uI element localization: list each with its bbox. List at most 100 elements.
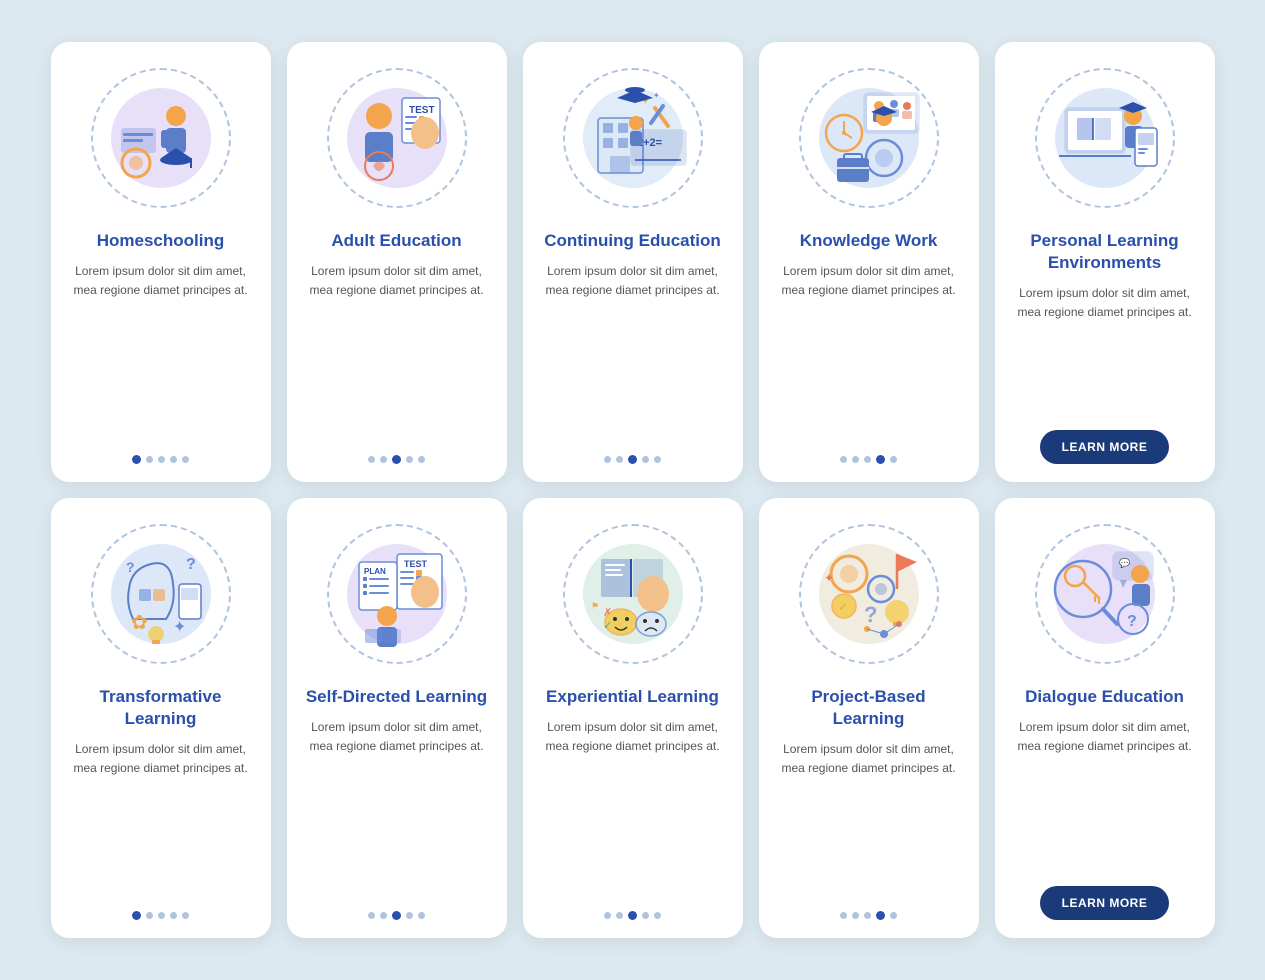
- knowledge-work-body: Lorem ipsum dolor sit dim amet, mea regi…: [777, 262, 961, 441]
- experiential-learning-dot-2[interactable]: [628, 911, 637, 920]
- continuing-education-dot-0[interactable]: [604, 456, 611, 463]
- knowledge-work-dot-1[interactable]: [852, 456, 859, 463]
- adult-education-dot-1[interactable]: [380, 456, 387, 463]
- transformative-learning-dot-4[interactable]: [182, 912, 189, 919]
- continuing-education-dot-4[interactable]: [654, 456, 661, 463]
- svg-text:✦: ✦: [824, 571, 834, 585]
- experiential-learning-title: Experiential Learning: [546, 686, 719, 708]
- experiential-learning-dot-0[interactable]: [604, 912, 611, 919]
- homeschooling-dot-4[interactable]: [182, 456, 189, 463]
- svg-text:TEST: TEST: [409, 105, 435, 116]
- knowledge-work-dot-2[interactable]: [864, 456, 871, 463]
- dialogue-education-icon-area: 💬 ?: [1025, 514, 1185, 674]
- project-based-learning-dot-4[interactable]: [890, 912, 897, 919]
- personal-learning-body: Lorem ipsum dolor sit dim amet, mea regi…: [1013, 284, 1197, 416]
- project-based-learning-dot-0[interactable]: [840, 912, 847, 919]
- dialogue-education-icon: 💬 ?: [1045, 534, 1165, 654]
- homeschooling-dot-0[interactable]: [132, 455, 141, 464]
- self-directed-learning-dots: [368, 911, 425, 920]
- adult-education-dot-2[interactable]: [392, 455, 401, 464]
- self-directed-learning-dot-4[interactable]: [418, 912, 425, 919]
- self-directed-learning-icon: TEST PLAN: [337, 534, 457, 654]
- svg-text:✓: ✓: [603, 620, 612, 632]
- homeschooling-dots: [132, 455, 189, 464]
- adult-education-title: Adult Education: [331, 230, 461, 252]
- adult-education-dot-3[interactable]: [406, 456, 413, 463]
- card-personal-learning: Personal Learning Environments Lorem ipsu…: [995, 42, 1215, 482]
- dialogue-education-body: Lorem ipsum dolor sit dim amet, mea regi…: [1013, 718, 1197, 872]
- project-based-learning-icon-area: ✓ ? ✦: [789, 514, 949, 674]
- svg-text:💬: 💬: [1119, 557, 1130, 568]
- adult-education-dot-4[interactable]: [418, 456, 425, 463]
- transformative-learning-dot-1[interactable]: [146, 912, 153, 919]
- card-continuing-education: 2+2= ✦ ✦ Continuing EducationLorem ipsum…: [523, 42, 743, 482]
- continuing-education-dot-3[interactable]: [642, 456, 649, 463]
- experiential-learning-dot-4[interactable]: [654, 912, 661, 919]
- personal-learning-icon: [1045, 78, 1165, 198]
- homeschooling-dot-2[interactable]: [158, 456, 165, 463]
- self-directed-learning-dot-2[interactable]: [392, 911, 401, 920]
- transformative-learning-dot-3[interactable]: [170, 912, 177, 919]
- homeschooling-dot-1[interactable]: [146, 456, 153, 463]
- knowledge-work-dot-3[interactable]: [876, 455, 885, 464]
- personal-learning-learn-more-button[interactable]: LEARN MORE: [1040, 430, 1170, 464]
- continuing-education-dot-1[interactable]: [616, 456, 623, 463]
- experiential-learning-body: Lorem ipsum dolor sit dim amet, mea regi…: [541, 718, 725, 897]
- project-based-learning-body: Lorem ipsum dolor sit dim amet, mea regi…: [777, 740, 961, 897]
- homeschooling-body: Lorem ipsum dolor sit dim amet, mea regi…: [69, 262, 253, 441]
- card-grid: HomeschoolingLorem ipsum dolor sit dim a…: [51, 42, 1215, 938]
- experiential-learning-dot-3[interactable]: [642, 912, 649, 919]
- project-based-learning-title: Project-Based Learning: [777, 686, 961, 730]
- knowledge-work-dots: [840, 455, 897, 464]
- knowledge-work-icon: [809, 78, 929, 198]
- card-knowledge-work: Knowledge Work Lorem ipsum dolor sit dim …: [759, 42, 979, 482]
- dialogue-education-learn-more-button[interactable]: LEARN MORE: [1040, 886, 1170, 920]
- self-directed-learning-dot-1[interactable]: [380, 912, 387, 919]
- continuing-education-dot-2[interactable]: [628, 455, 637, 464]
- adult-education-dots: [368, 455, 425, 464]
- svg-text:✿: ✿: [131, 612, 148, 634]
- knowledge-work-dot-0[interactable]: [840, 456, 847, 463]
- continuing-education-body: Lorem ipsum dolor sit dim amet, mea regi…: [541, 262, 725, 441]
- project-based-learning-dot-1[interactable]: [852, 912, 859, 919]
- self-directed-learning-title: Self-Directed Learning: [306, 686, 487, 708]
- adult-education-icon: TEST: [337, 78, 457, 198]
- card-adult-education: TEST Adult Education Lorem ipsum dolor si…: [287, 42, 507, 482]
- self-directed-learning-dot-0[interactable]: [368, 912, 375, 919]
- experiential-learning-dot-1[interactable]: [616, 912, 623, 919]
- adult-education-dot-0[interactable]: [368, 456, 375, 463]
- svg-text:?: ?: [126, 559, 135, 575]
- transformative-learning-icon: ? ? ✿ ✦: [101, 534, 221, 654]
- project-based-learning-dot-2[interactable]: [864, 912, 871, 919]
- transformative-learning-dots: [132, 911, 189, 920]
- svg-text:✓: ✓: [838, 600, 848, 614]
- personal-learning-title: Personal Learning Environments: [1013, 230, 1197, 274]
- card-transformative-learning: ? ? ✿ ✦ Transformative LearningLorem ips…: [51, 498, 271, 938]
- svg-text:✦: ✦: [173, 619, 186, 636]
- svg-text:?: ?: [186, 556, 196, 573]
- continuing-education-dots: [604, 455, 661, 464]
- personal-learning-icon-area: [1025, 58, 1185, 218]
- transformative-learning-icon-area: ? ? ✿ ✦: [81, 514, 241, 674]
- homeschooling-dot-3[interactable]: [170, 456, 177, 463]
- self-directed-learning-icon-area: TEST PLAN: [317, 514, 477, 674]
- project-based-learning-dot-3[interactable]: [876, 911, 885, 920]
- self-directed-learning-dot-3[interactable]: [406, 912, 413, 919]
- svg-text:⚑: ⚑: [591, 601, 599, 611]
- project-based-learning-icon: ✓ ? ✦: [809, 534, 929, 654]
- homeschooling-icon-area: [81, 58, 241, 218]
- self-directed-learning-body: Lorem ipsum dolor sit dim amet, mea regi…: [305, 718, 489, 897]
- project-based-learning-dots: [840, 911, 897, 920]
- transformative-learning-dot-0[interactable]: [132, 911, 141, 920]
- knowledge-work-icon-area: [789, 58, 949, 218]
- knowledge-work-title: Knowledge Work: [800, 230, 938, 252]
- card-dialogue-education: 💬 ? Dialogue EducationLorem ipsum dolor …: [995, 498, 1215, 938]
- continuing-education-icon-area: 2+2= ✦ ✦: [553, 58, 713, 218]
- transformative-learning-title: Transformative Learning: [69, 686, 253, 730]
- adult-education-body: Lorem ipsum dolor sit dim amet, mea regi…: [305, 262, 489, 441]
- card-experiential-learning: ✗ ✓ ⚑ Experiential LearningLorem ipsum d…: [523, 498, 743, 938]
- card-self-directed-learning: TEST PLAN Self-: [287, 498, 507, 938]
- svg-text:?: ?: [864, 602, 877, 627]
- knowledge-work-dot-4[interactable]: [890, 456, 897, 463]
- transformative-learning-dot-2[interactable]: [158, 912, 165, 919]
